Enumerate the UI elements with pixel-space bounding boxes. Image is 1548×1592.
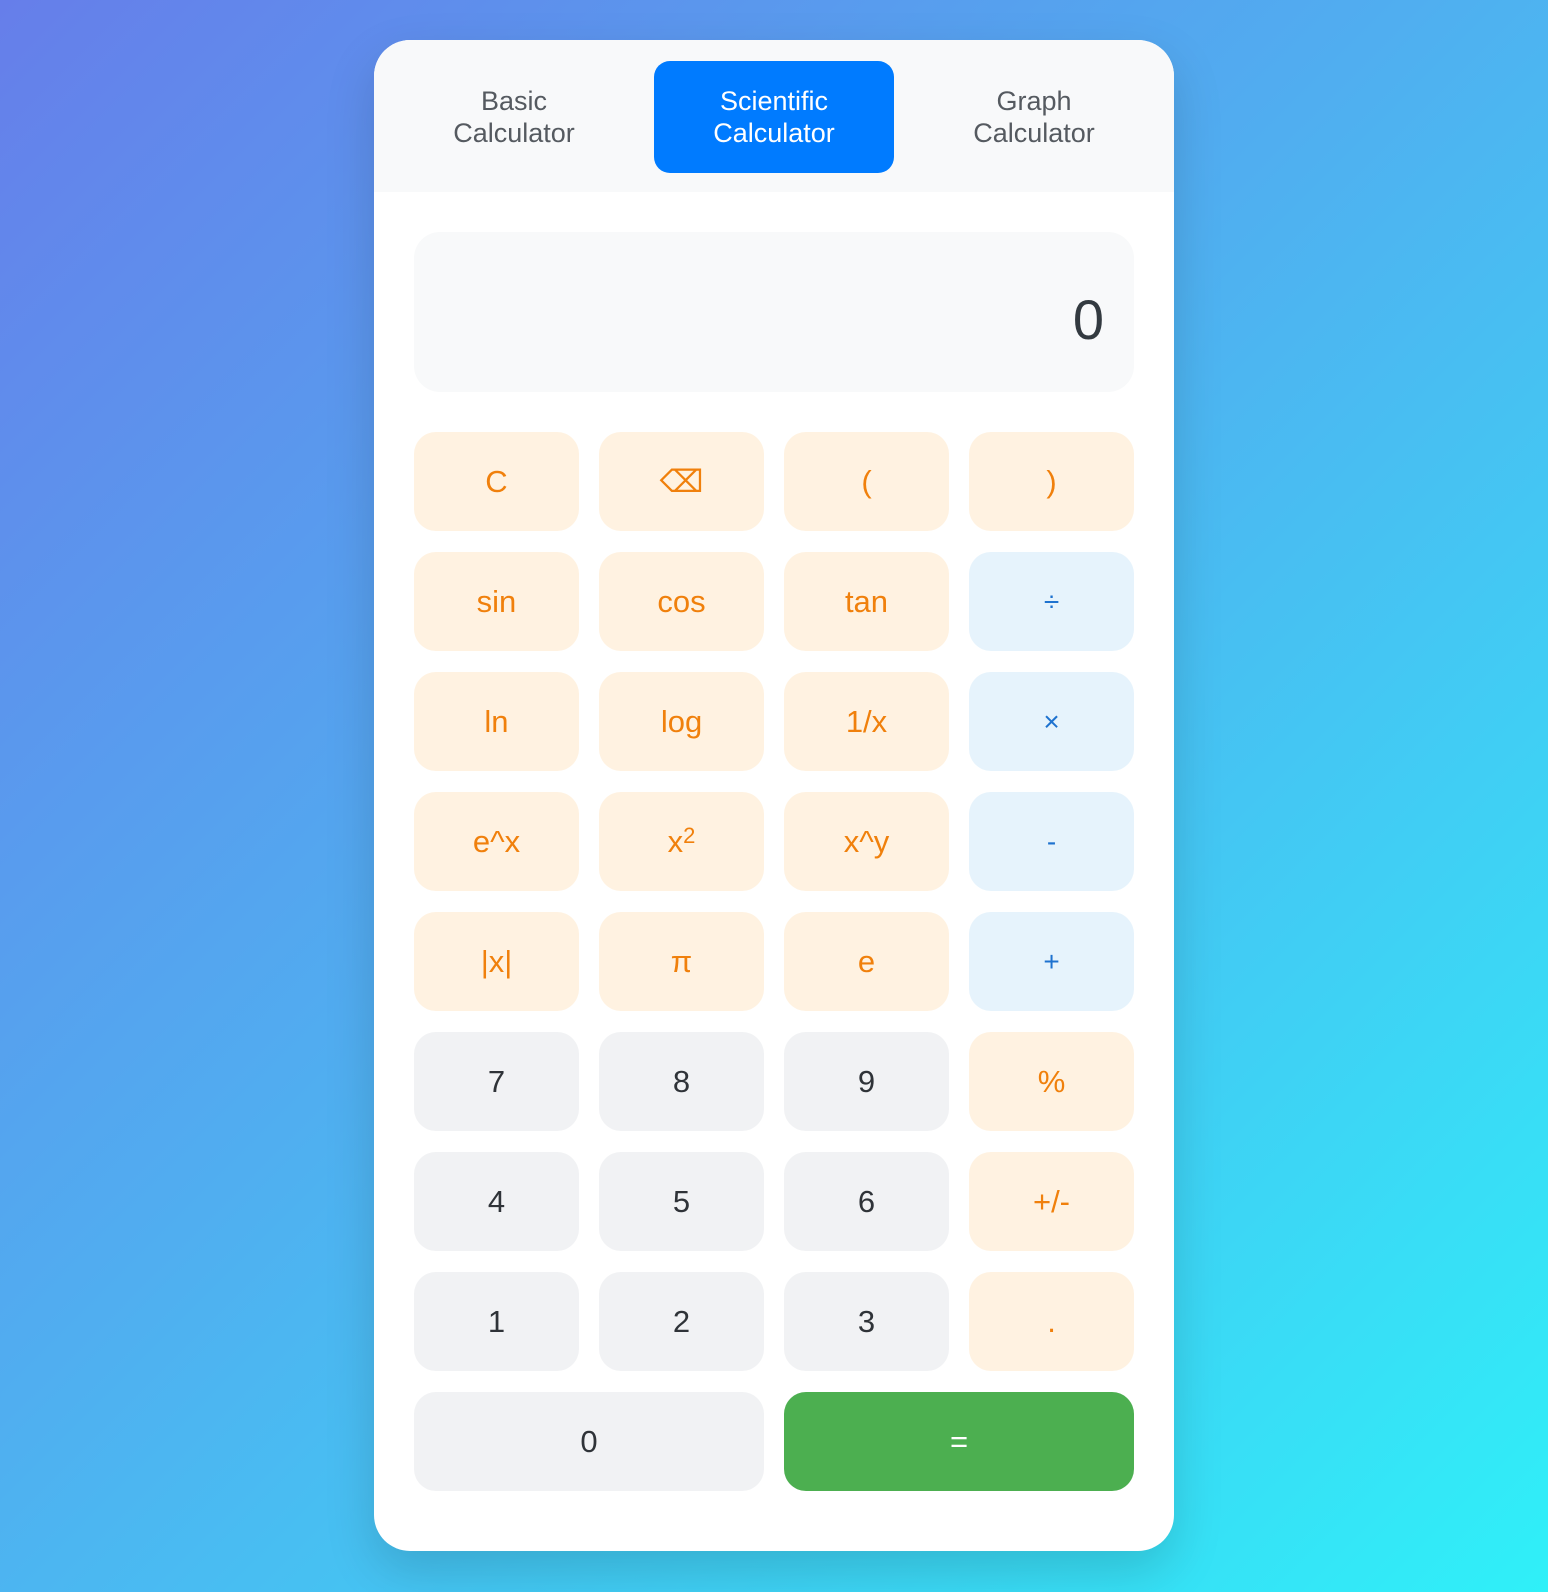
square-base-label: x bbox=[667, 823, 684, 859]
tab-scientific-calculator[interactable]: Scientific Calculator bbox=[654, 61, 894, 173]
digit-7-button[interactable]: 7 bbox=[414, 1032, 579, 1131]
digit-3-button[interactable]: 3 bbox=[784, 1272, 949, 1371]
close-paren-button[interactable]: ) bbox=[969, 432, 1134, 531]
negate-button[interactable]: +/- bbox=[969, 1152, 1134, 1251]
digit-6-button[interactable]: 6 bbox=[784, 1152, 949, 1251]
power-button[interactable]: x^y bbox=[784, 792, 949, 891]
decimal-button[interactable]: . bbox=[969, 1272, 1134, 1371]
tab-basic-calculator[interactable]: Basic Calculator bbox=[394, 61, 634, 173]
sin-button[interactable]: sin bbox=[414, 552, 579, 651]
digit-0-button[interactable]: 0 bbox=[414, 1392, 764, 1491]
reciprocal-button[interactable]: 1/x bbox=[784, 672, 949, 771]
exp-button[interactable]: e^x bbox=[414, 792, 579, 891]
backspace-button[interactable]: ⌫ bbox=[599, 432, 764, 531]
open-paren-button[interactable]: ( bbox=[784, 432, 949, 531]
equals-button[interactable]: = bbox=[784, 1392, 1134, 1491]
digit-9-button[interactable]: 9 bbox=[784, 1032, 949, 1131]
calculator-card: Basic Calculator Scientific Calculator G… bbox=[374, 40, 1174, 1551]
subtract-button[interactable]: - bbox=[969, 792, 1134, 891]
log-button[interactable]: log bbox=[599, 672, 764, 771]
digit-5-button[interactable]: 5 bbox=[599, 1152, 764, 1251]
clear-button[interactable]: C bbox=[414, 432, 579, 531]
abs-button[interactable]: |x| bbox=[414, 912, 579, 1011]
ln-button[interactable]: ln bbox=[414, 672, 579, 771]
digit-1-button[interactable]: 1 bbox=[414, 1272, 579, 1371]
add-button[interactable]: + bbox=[969, 912, 1134, 1011]
calculator-display: 0 bbox=[414, 232, 1134, 392]
square-button[interactable]: x2 bbox=[599, 792, 764, 891]
display-value: 0 bbox=[1072, 288, 1104, 351]
digit-4-button[interactable]: 4 bbox=[414, 1152, 579, 1251]
square-exponent-label: 2 bbox=[683, 822, 696, 848]
multiply-button[interactable]: × bbox=[969, 672, 1134, 771]
tan-button[interactable]: tan bbox=[784, 552, 949, 651]
tab-graph-calculator[interactable]: Graph Calculator bbox=[914, 61, 1154, 173]
divide-button[interactable]: ÷ bbox=[969, 552, 1134, 651]
mode-tab-bar: Basic Calculator Scientific Calculator G… bbox=[374, 40, 1174, 192]
cos-button[interactable]: cos bbox=[599, 552, 764, 651]
digit-2-button[interactable]: 2 bbox=[599, 1272, 764, 1371]
percent-button[interactable]: % bbox=[969, 1032, 1134, 1131]
pi-button[interactable]: π bbox=[599, 912, 764, 1011]
euler-button[interactable]: e bbox=[784, 912, 949, 1011]
digit-8-button[interactable]: 8 bbox=[599, 1032, 764, 1131]
